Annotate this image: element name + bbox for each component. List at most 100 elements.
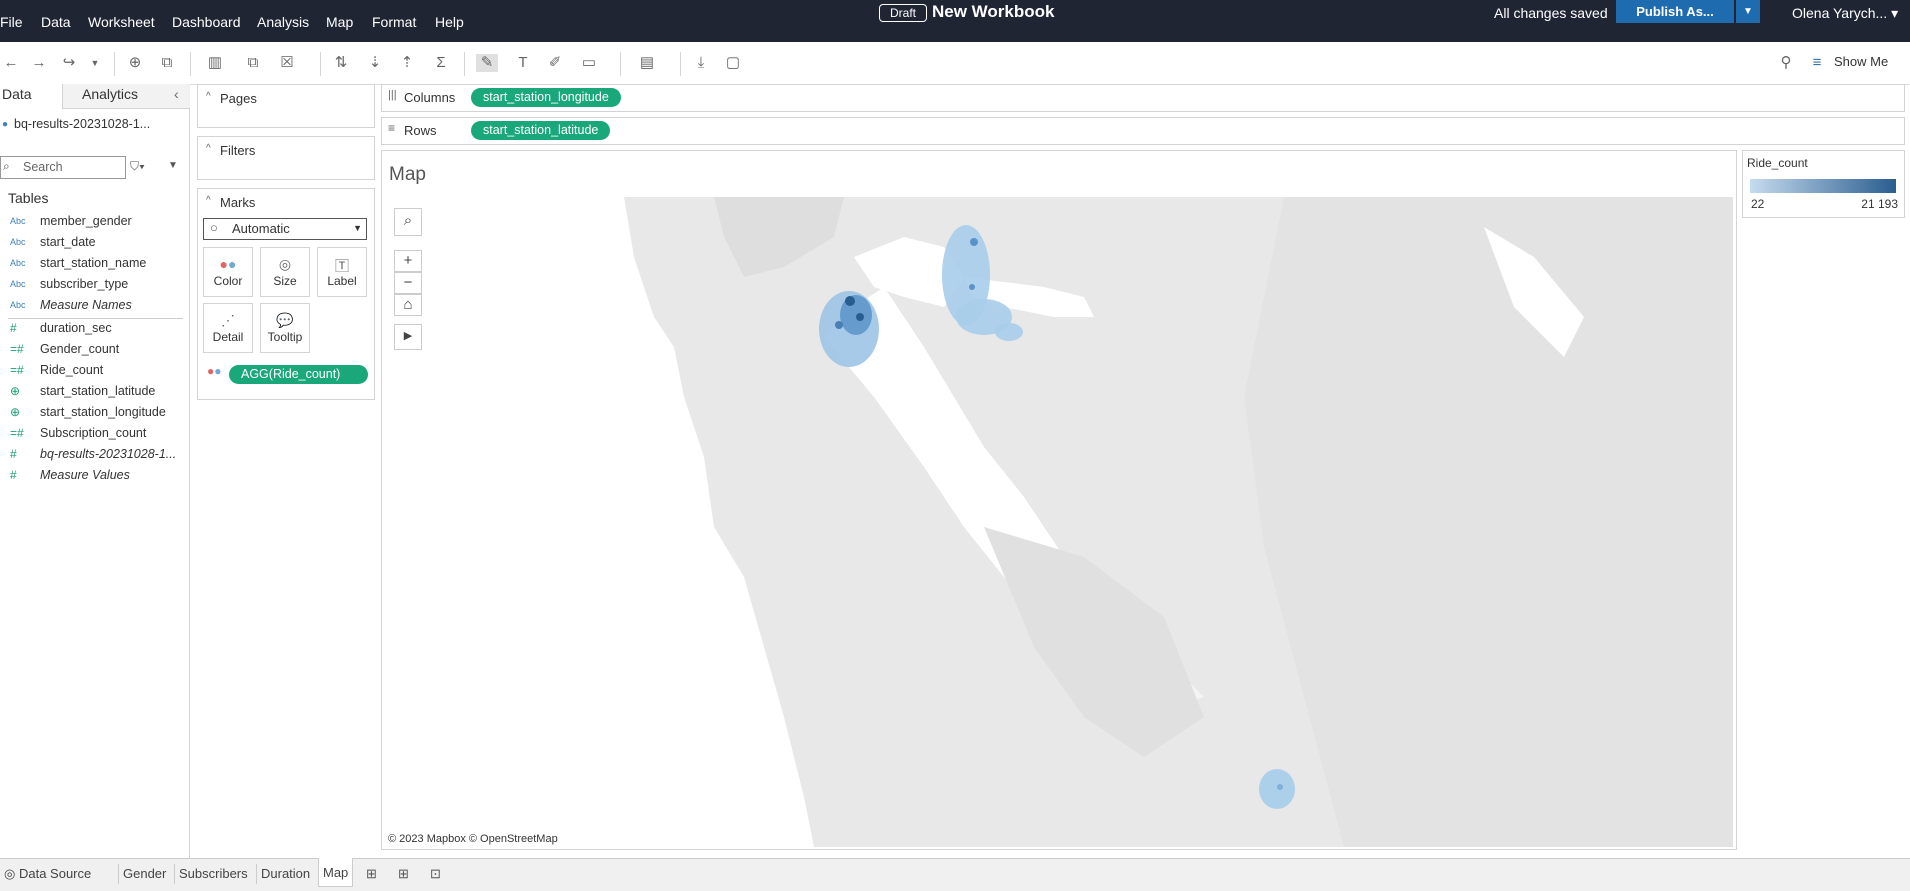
filters-card[interactable]: ^ Filters (197, 136, 375, 180)
sf-station-cluster (819, 291, 879, 367)
clear-sheet-icon[interactable]: ☒ (276, 54, 298, 72)
menu-format[interactable]: Format (372, 14, 416, 30)
menu-help[interactable]: Help (435, 14, 464, 30)
toolbar: ← → ↪ ▼ ⊕ ⧉ ▥ ⧉ ☒ ⇅ ⇣ ⇡ Σ ✎ T ✐ ▭ ▤ ⤓ ▢ … (0, 42, 1910, 85)
label-button[interactable]: 🅃 Label (317, 247, 367, 297)
duplicate-sheet-icon[interactable]: ⧉ (242, 54, 264, 72)
publish-dropdown-button[interactable]: ▼ (1736, 0, 1760, 23)
rows-pill[interactable]: start_station_latitude (471, 121, 611, 140)
home-icon[interactable]: ⌂ (394, 294, 422, 316)
number-type-icon: # (10, 468, 17, 482)
tab-duration[interactable]: Duration (256, 864, 314, 884)
field-item[interactable]: =# Ride_count (0, 363, 185, 383)
map-canvas[interactable] (384, 197, 1733, 847)
user-name: Olena Yarych... (1792, 5, 1888, 21)
color-button[interactable]: ●● Color (203, 247, 253, 297)
map[interactable] (384, 197, 1733, 847)
legend-min: 22 (1751, 197, 1765, 211)
string-type-icon: Abc (10, 216, 26, 226)
tooltip-button[interactable]: 💬 Tooltip (260, 303, 310, 353)
zoom-in-icon[interactable]: + (394, 250, 422, 272)
sort-descending-icon[interactable]: ⇡ (396, 54, 418, 72)
menu-file[interactable]: File (0, 14, 23, 30)
tab-data[interactable]: Data (2, 86, 32, 102)
field-item[interactable]: Abc Measure Names (0, 298, 185, 318)
field-item[interactable]: ⊕ start_station_longitude (0, 405, 185, 425)
rows-label: Rows (404, 123, 437, 138)
geo-type-icon: ⊕ (10, 405, 21, 419)
user-menu[interactable]: Olena Yarych... ▾ (1792, 5, 1898, 22)
fit-icon[interactable]: ▭ (578, 54, 600, 72)
undo-icon[interactable]: ← (0, 54, 22, 72)
pause-updates-icon[interactable]: ⧉ (156, 54, 178, 72)
publish-as-button[interactable]: Publish As... (1616, 0, 1734, 23)
search-input[interactable]: ⌕ Search (0, 156, 126, 179)
new-story-tab-icon[interactable]: ⊡ (426, 864, 445, 884)
field-item[interactable]: ⊕ start_station_latitude (0, 384, 185, 404)
show-hide-cards-icon[interactable]: ▤ (636, 54, 658, 72)
field-item[interactable]: Abc start_date (0, 235, 185, 255)
tab-data-source[interactable]: ◎ Data Source (0, 864, 95, 884)
color-pill[interactable]: AGG(Ride_count) (229, 365, 368, 384)
field-item[interactable]: Abc start_station_name (0, 256, 185, 276)
field-item[interactable]: =# Gender_count (0, 342, 185, 362)
replay-icon[interactable]: ↪ (58, 54, 80, 72)
datasource-tab-icon: ◎ (4, 866, 19, 881)
swap-icon[interactable]: ⇅ (330, 54, 352, 72)
format-icon[interactable]: ✐ (544, 54, 566, 72)
new-worksheet-icon[interactable]: ▥ (204, 54, 226, 72)
field-item[interactable]: # duration_sec (0, 321, 185, 341)
rows-shelf[interactable]: ≡ Rows start_station_latitude (381, 117, 1905, 145)
detail-button[interactable]: ⋰ Detail (203, 303, 253, 353)
caret-icon[interactable]: ^ (206, 143, 211, 154)
totals-icon[interactable]: Σ (430, 54, 452, 72)
label-icon: 🅃 (335, 258, 349, 274)
size-button[interactable]: ◎ Size (260, 247, 310, 297)
menu-data[interactable]: Data (41, 14, 71, 30)
view-title[interactable]: Map (389, 164, 426, 186)
filter-fields-icon[interactable]: ⛉▾ (130, 159, 145, 174)
new-worksheet-tab-icon[interactable]: ⊞ (362, 864, 381, 884)
mark-type-select[interactable]: ○ Automatic ▼ (203, 218, 367, 240)
show-me-icon[interactable]: ≡ (1806, 54, 1828, 72)
columns-pill[interactable]: start_station_longitude (471, 88, 621, 107)
show-labels-icon[interactable]: T (512, 54, 534, 72)
number-type-icon: =# (10, 363, 24, 377)
replay-dropdown-icon[interactable]: ▼ (84, 54, 106, 72)
collapse-pane-icon[interactable]: ‹ (174, 86, 179, 102)
field-item[interactable]: # Measure Values (0, 468, 185, 488)
menu-worksheet[interactable]: Worksheet (88, 14, 155, 30)
zoom-out-icon[interactable]: − (394, 272, 422, 294)
tab-gender[interactable]: Gender (118, 864, 170, 884)
menu-analysis[interactable]: Analysis (257, 14, 309, 30)
new-datasource-icon[interactable]: ⊕ (124, 54, 146, 72)
menu-dashboard[interactable]: Dashboard (172, 14, 241, 30)
pin-icon[interactable]: ⚲ (1775, 54, 1797, 72)
tab-subscribers[interactable]: Subscribers (174, 864, 252, 884)
sort-ascending-icon[interactable]: ⇣ (364, 54, 386, 72)
field-item[interactable]: Abc subscriber_type (0, 277, 185, 297)
field-item[interactable]: Abc member_gender (0, 214, 185, 234)
data-pane-menu-icon[interactable]: ▼ (168, 160, 178, 171)
tab-analytics[interactable]: Analytics (82, 86, 138, 102)
download-icon[interactable]: ⤓ (690, 54, 712, 72)
presentation-icon[interactable]: ▢ (722, 54, 744, 72)
workbook-title[interactable]: New Workbook (932, 2, 1054, 22)
caret-icon[interactable]: ^ (206, 91, 211, 102)
tab-map[interactable]: Map (318, 858, 354, 887)
columns-shelf[interactable]: ||| Columns start_station_longitude (381, 84, 1905, 112)
show-me-button[interactable]: Show Me (1834, 54, 1888, 69)
datasource-name[interactable]: bq-results-20231028-1... (14, 117, 150, 131)
caret-icon[interactable]: ^ (206, 195, 211, 206)
redo-icon[interactable]: → (28, 54, 50, 72)
color-legend[interactable]: Ride_count 22 21 193 (1742, 150, 1905, 218)
color-encoding-icon: ●● (207, 364, 222, 378)
pages-card[interactable]: ^ Pages (197, 84, 375, 128)
map-search-icon[interactable]: ⌕ (394, 208, 422, 236)
field-item[interactable]: =# Subscription_count (0, 426, 185, 446)
new-dashboard-tab-icon[interactable]: ⊞ (394, 864, 413, 884)
field-item[interactable]: # bq-results-20231028-1... (0, 447, 185, 467)
map-tools-arrow-icon[interactable]: ▶ (394, 324, 422, 350)
menu-map[interactable]: Map (326, 14, 353, 30)
highlight-icon[interactable]: ✎ (476, 54, 498, 72)
